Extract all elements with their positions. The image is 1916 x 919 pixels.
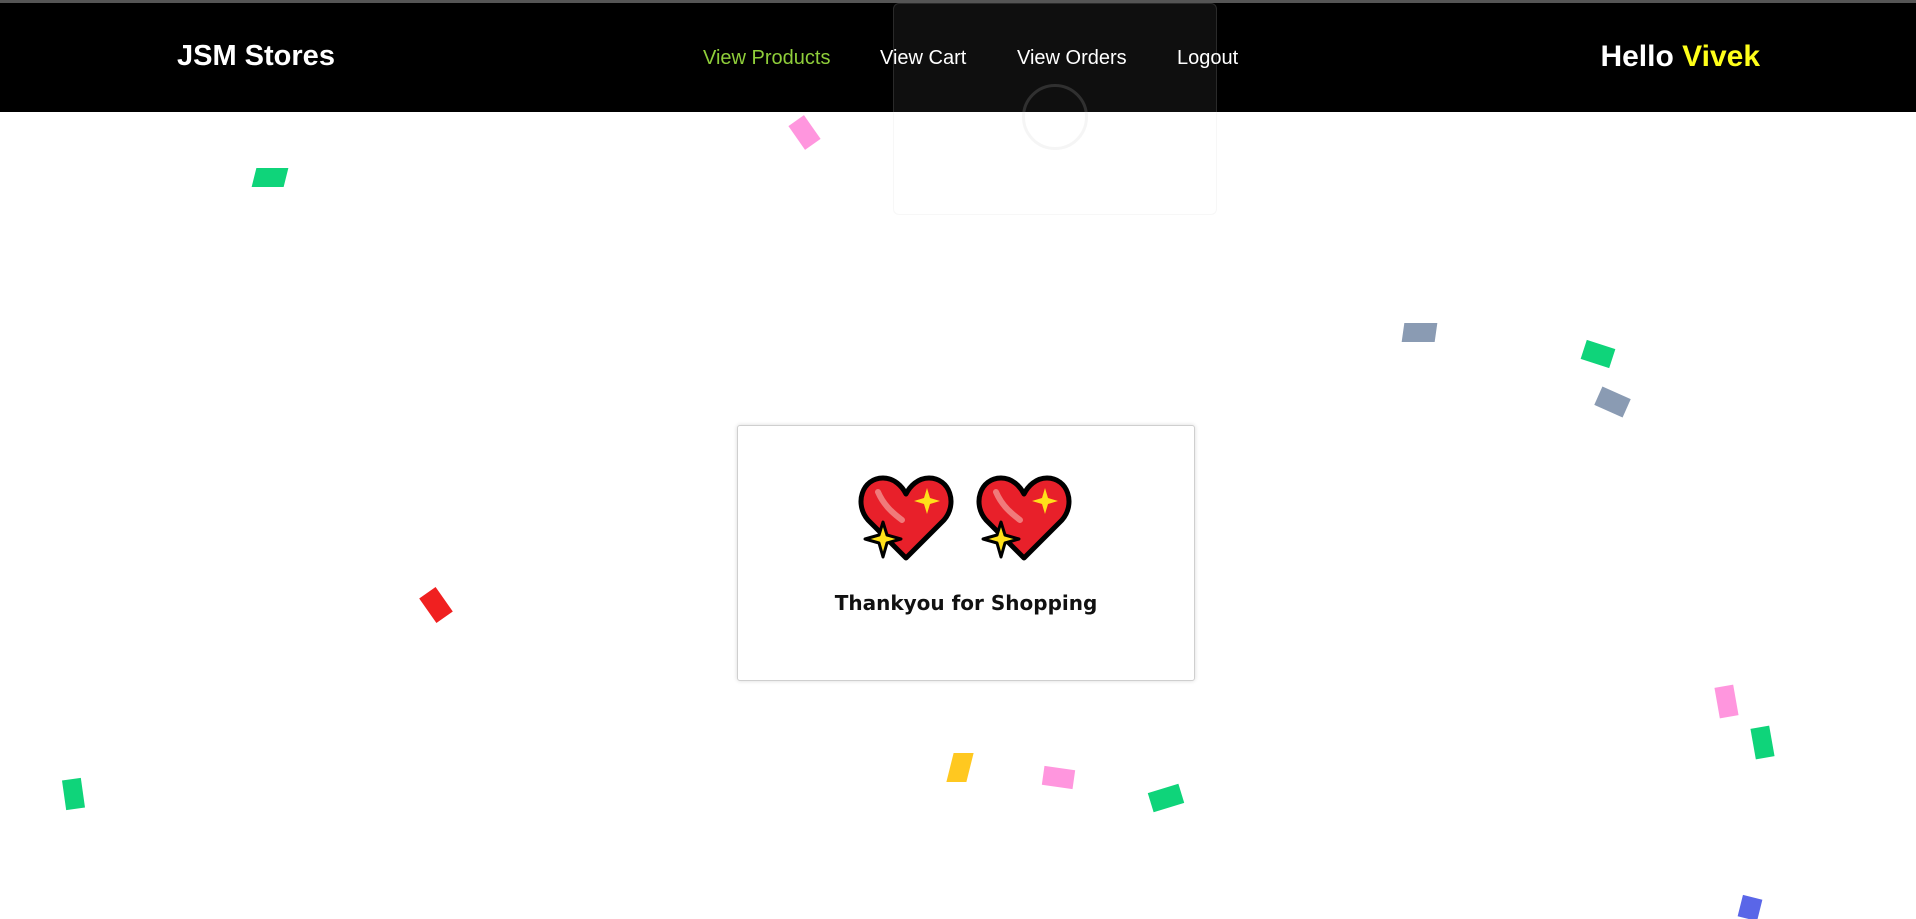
confetti-piece [251,168,289,187]
confetti-piece [946,753,974,782]
nav-view-products[interactable]: View Products [703,47,830,70]
thank-you-message: Thankyou for Shopping [834,591,1098,615]
greeting-prefix: Hello [1600,40,1674,73]
user-greeting: Hello Vivek [1600,40,1760,74]
sparkling-heart-icon [858,475,954,561]
confetti-piece [419,586,453,624]
confetti-piece [1737,894,1763,919]
confetti-piece [1594,386,1631,418]
username: Vivek [1682,40,1760,73]
confetti-piece [62,777,85,811]
confetti-piece [788,115,821,150]
thank-you-modal: Thankyou for Shopping [737,425,1195,681]
order-success-page: JSM Stores View Products View Cart View … [0,0,1916,919]
hearts-row [738,470,1194,570]
brand-logo[interactable]: JSM Stores [177,40,335,73]
fading-spinner [1022,84,1088,150]
confetti-piece [1750,725,1775,760]
confetti-piece [1580,339,1616,369]
confetti-piece [1147,783,1185,813]
confetti-piece [1041,765,1076,790]
confetti-piece [1401,323,1438,342]
sparkling-heart-icon [976,475,1072,561]
confetti-piece [1714,684,1739,719]
